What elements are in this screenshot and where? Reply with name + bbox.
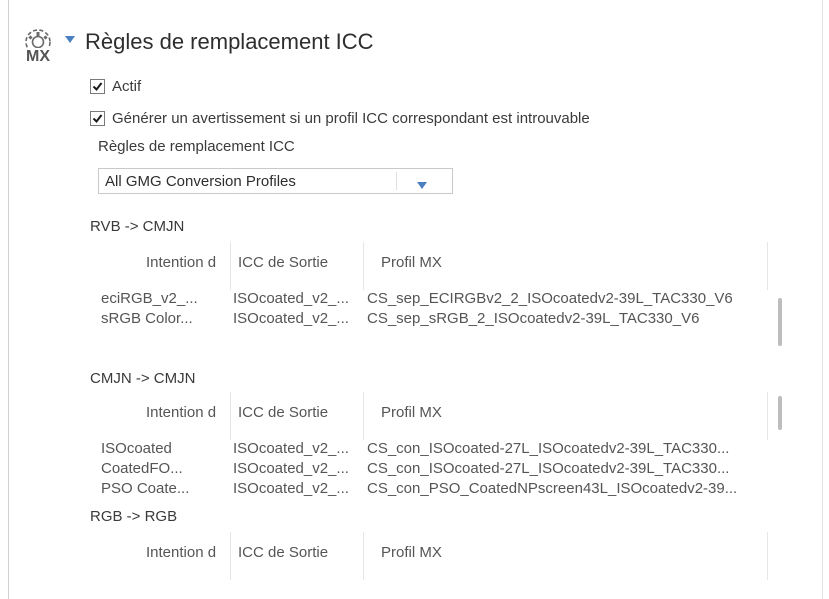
rules-label: Règles de remplacement ICC [98, 138, 295, 155]
cell-intent: CoatedFO... [101, 460, 183, 477]
table-header: Intention d ICC de Sortie Profil MX [98, 392, 771, 440]
group-title-cmjn-cmjn: CMJN -> CMJN [90, 370, 196, 387]
column-header-profile[interactable]: Profil MX [381, 254, 581, 278]
column-divider[interactable] [363, 532, 364, 580]
cell-profile: CS_sep_ECIRGBv2_2_ISOcoatedv2-39L_TAC330… [367, 290, 733, 307]
column-divider[interactable] [363, 392, 364, 440]
cell-output: ISOcoated_v2_... [233, 480, 349, 497]
column-header-output[interactable]: ICC de Sortie [238, 254, 360, 278]
cell-output: ISOcoated_v2_... [233, 460, 349, 477]
cell-profile: CS_con_ISOcoated-27L_ISOcoatedv2-39L_TAC… [367, 460, 730, 477]
cell-intent: sRGB Color... [101, 310, 193, 327]
table-body: eciRGB_v2_... ISOcoated_v2_... CS_sep_EC… [98, 290, 771, 348]
column-header-output[interactable]: ICC de Sortie [238, 404, 360, 428]
column-divider[interactable] [767, 392, 768, 440]
active-checkbox-row[interactable]: Actif [90, 76, 141, 96]
column-divider[interactable] [230, 392, 231, 440]
column-header-profile[interactable]: Profil MX [381, 404, 581, 428]
left-border [8, 0, 9, 599]
column-header-intent[interactable]: Intention d [146, 254, 228, 278]
mx-module-icon: MX [17, 28, 59, 64]
table-body: ISOcoated ISOcoated_v2_... CS_con_ISOcoa… [98, 440, 771, 497]
active-checkbox[interactable] [90, 78, 105, 94]
column-header-intent[interactable]: Intention d [146, 544, 228, 568]
warning-checkbox-label: Générer un avertissement si un profil IC… [112, 109, 590, 127]
cell-output: ISOcoated_v2_... [233, 310, 349, 327]
cell-intent: eciRGB_v2_... [101, 290, 198, 307]
column-header-intent[interactable]: Intention d [146, 404, 228, 428]
cell-intent: ISOcoated [101, 440, 172, 457]
column-divider[interactable] [363, 242, 364, 290]
right-border [822, 0, 823, 599]
column-divider[interactable] [767, 242, 768, 290]
active-checkbox-label: Actif [112, 77, 142, 95]
section-title: Règles de remplacement ICC [85, 29, 374, 54]
column-divider[interactable] [767, 532, 768, 580]
svg-text:MX: MX [26, 48, 50, 64]
column-divider[interactable] [230, 532, 231, 580]
scrollbar-thumb[interactable] [778, 396, 782, 430]
scrollbar-thumb[interactable] [778, 298, 782, 346]
column-header-output[interactable]: ICC de Sortie [238, 544, 360, 568]
select-divider [396, 172, 397, 190]
warning-checkbox[interactable] [90, 110, 105, 126]
group-title-rgb-rgb: RGB -> RGB [90, 508, 178, 525]
cell-profile: CS_con_ISOcoated-27L_ISOcoatedv2-39L_TAC… [367, 440, 730, 457]
group-title-rvb-cmjn: RVB -> CMJN [90, 218, 185, 235]
cell-intent: PSO Coate... [101, 480, 190, 497]
table-rgb-rgb: Intention d ICC de Sortie Profil MX [98, 532, 771, 580]
table-header: Intention d ICC de Sortie Profil MX [98, 532, 771, 580]
table-rvb-cmjn: Intention d ICC de Sortie Profil MX eciR… [98, 242, 771, 348]
dropdown-arrow-icon[interactable] [417, 177, 427, 195]
column-header-profile[interactable]: Profil MX [381, 544, 581, 568]
table-header: Intention d ICC de Sortie Profil MX [98, 242, 771, 290]
collapse-arrow-icon[interactable] [64, 34, 76, 46]
warning-checkbox-row[interactable]: Générer un avertissement si un profil IC… [90, 108, 590, 128]
table-cmjn-cmjn: Intention d ICC de Sortie Profil MX ISOc… [98, 392, 771, 498]
rules-select-value: All GMG Conversion Profiles [105, 173, 296, 190]
cell-output: ISOcoated_v2_... [233, 290, 349, 307]
column-divider[interactable] [230, 242, 231, 290]
rules-select[interactable]: All GMG Conversion Profiles [98, 168, 453, 194]
cell-output: ISOcoated_v2_... [233, 440, 349, 457]
cell-profile: CS_con_PSO_CoatedNPscreen43L_ISOcoatedv2… [367, 480, 738, 497]
cell-profile: CS_sep_sRGB_2_ISOcoatedv2-39L_TAC330_V6 [367, 310, 700, 327]
